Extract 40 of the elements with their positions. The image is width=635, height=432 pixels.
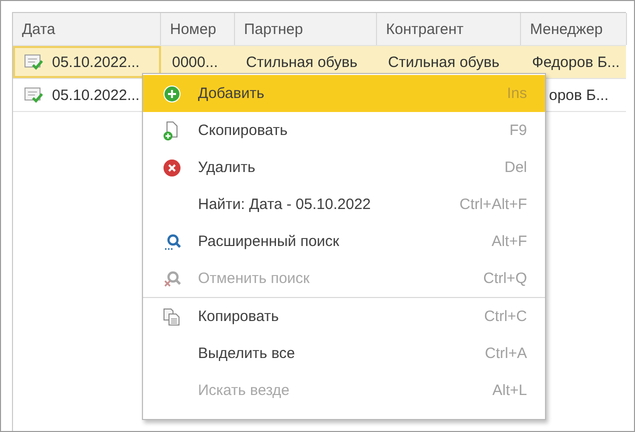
menu-item-label: Скопировать xyxy=(198,122,289,139)
menu-item-label: Добавить xyxy=(198,85,266,102)
menu-item-label: Удалить xyxy=(198,159,256,176)
menu-item-label: Найти: Дата - 05.10.2022 xyxy=(198,196,372,213)
menu-item-label: Копировать xyxy=(198,308,280,325)
table-cell: Стильная обувь xyxy=(246,54,358,70)
menu-item-label: Выделить все xyxy=(198,345,296,362)
menu-item[interactable]: Выделить все Ctrl+A xyxy=(143,335,545,372)
menu-item[interactable]: Скопировать F9 xyxy=(143,112,545,149)
document-check-icon xyxy=(24,53,44,71)
shortcut-text: Del xyxy=(504,159,527,176)
document-check-icon xyxy=(24,86,44,104)
table-cell: Федоров Б... xyxy=(532,54,620,70)
table-cell: 0000... xyxy=(172,54,218,70)
menu-item[interactable]: Добавить Ins xyxy=(143,75,545,112)
cancel-search-icon xyxy=(163,270,181,288)
shortcut-text: Alt+F xyxy=(492,233,527,250)
table-cell: 05.10.2022... xyxy=(52,54,140,70)
table-cell: 05.10.2022... xyxy=(52,86,140,104)
menu-item[interactable]: Копировать Ctrl+C xyxy=(143,298,545,335)
menu-item-label: Отменить поиск xyxy=(198,270,311,287)
menu-item-label: Расширенный поиск xyxy=(198,233,340,250)
search-icon xyxy=(163,232,181,250)
shortcut-text: Ctrl+A xyxy=(484,345,527,362)
copy-icon xyxy=(163,308,181,326)
menu-item[interactable]: Удалить Del xyxy=(143,149,545,186)
menu-item[interactable]: Расширенный поиск Alt+F xyxy=(143,223,545,260)
shortcut-text: Ctrl+Q xyxy=(483,270,527,287)
shortcut-text: Ctrl+Alt+F xyxy=(459,196,527,213)
menu-item-label: Искать везде xyxy=(198,382,290,399)
menu-item[interactable]: Найти: Дата - 05.10.2022 Ctrl+Alt+F xyxy=(143,186,545,223)
shortcut-text: F9 xyxy=(509,122,527,139)
shortcut-text: Alt+L xyxy=(492,382,527,399)
shortcut-text: Ins xyxy=(506,85,527,102)
table-cell: оров Б... xyxy=(549,86,609,104)
new-document-icon xyxy=(163,120,179,140)
table-cell: Стильная обувь xyxy=(388,54,500,70)
add-icon xyxy=(163,84,181,102)
shortcut-text: Ctrl+C xyxy=(484,308,527,325)
delete-icon xyxy=(163,158,181,176)
